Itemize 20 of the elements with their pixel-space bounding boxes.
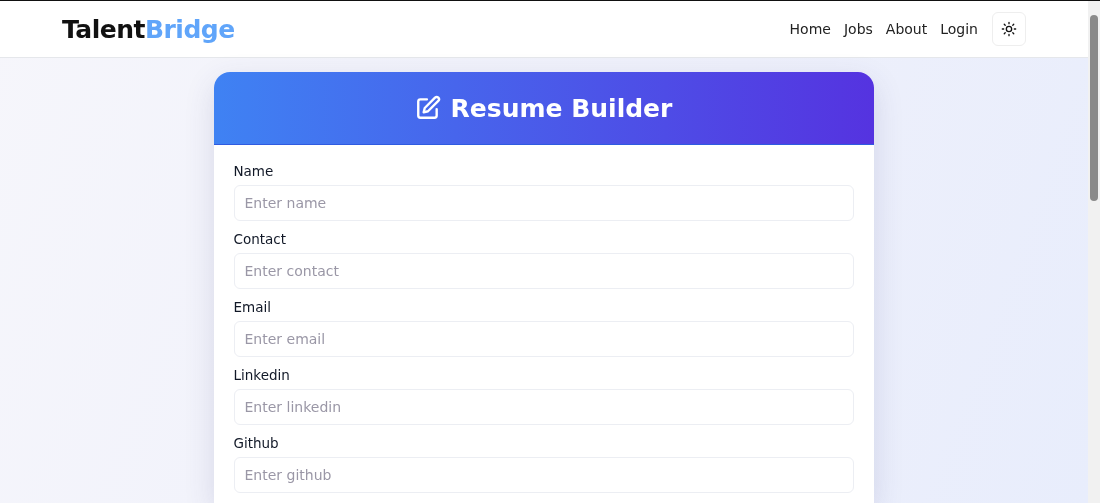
field-label: Linkedin — [233, 367, 291, 383]
input-field[interactable]: Enter github — [233, 457, 854, 493]
nav-link[interactable]: About — [885, 21, 928, 37]
field-label: Github — [233, 435, 280, 451]
nav-link[interactable]: Login — [940, 21, 978, 37]
edit-icon — [414, 95, 441, 121]
theme-toggle-button[interactable] — [992, 12, 1026, 46]
input-field[interactable]: Enter contact — [233, 253, 854, 289]
field-label: Name — [233, 163, 275, 179]
input-field[interactable]: Enter email — [233, 321, 854, 357]
card-title: Resume Builder — [450, 93, 673, 123]
brand-logo[interactable]: TalentBridge — [62, 14, 235, 44]
nav-link[interactable]: Jobs — [843, 21, 873, 37]
input-field[interactable]: Enter linkedin — [233, 389, 854, 425]
nav-link[interactable]: Home — [789, 21, 831, 37]
input-field[interactable]: Enter name — [233, 185, 854, 221]
field-label: Contact — [233, 231, 288, 247]
field-label: Email — [233, 299, 272, 315]
sun-icon — [1001, 21, 1017, 37]
scrollbar[interactable] — [1088, 1, 1100, 503]
